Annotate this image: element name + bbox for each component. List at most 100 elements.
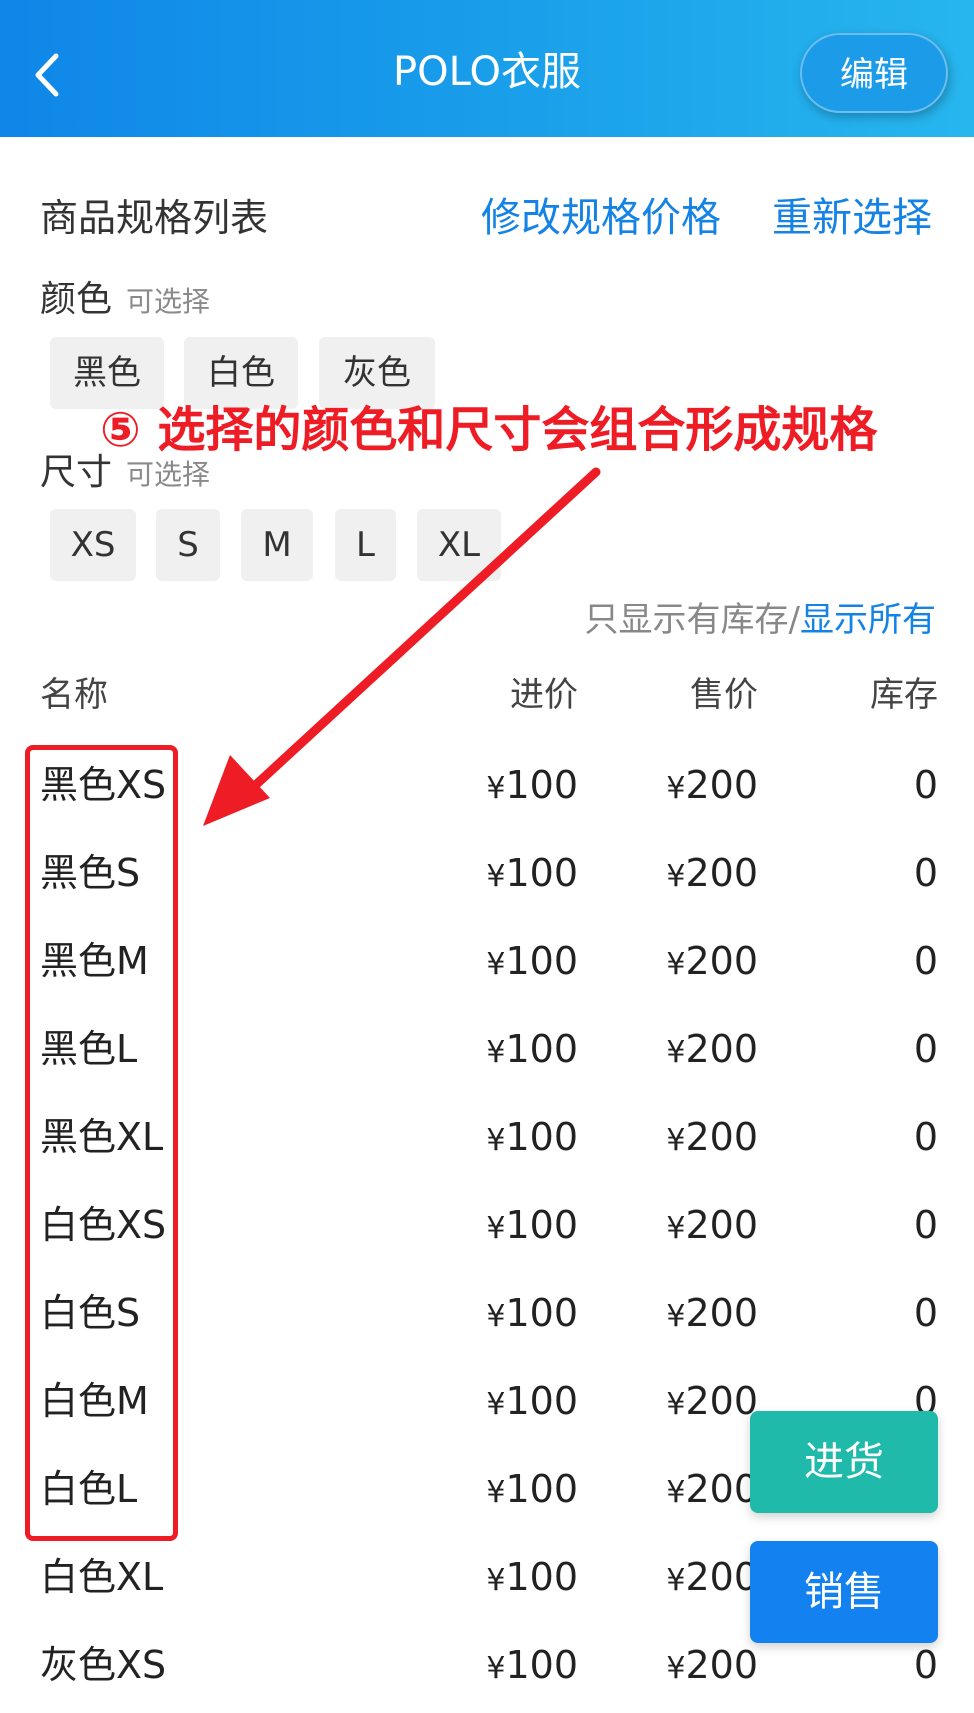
price-value: 200	[685, 1027, 758, 1071]
stock-qty: 0	[913, 763, 938, 807]
cost-price: ¥100	[486, 1005, 578, 1097]
currency-symbol: ¥	[666, 1563, 686, 1598]
cost-value: 100	[505, 1027, 578, 1071]
currency-symbol: ¥	[486, 1123, 506, 1158]
in-stock-only-toggle[interactable]: 只显示有库存/	[585, 600, 800, 640]
stock-qty: 0	[913, 1115, 938, 1159]
cost-price: ¥100	[486, 1357, 578, 1449]
currency-symbol: ¥	[666, 1475, 686, 1510]
currency-symbol: ¥	[486, 1035, 506, 1070]
cost-value: 100	[505, 1555, 578, 1599]
stock-qty: 0	[913, 939, 938, 983]
cost-value: 100	[505, 1203, 578, 1247]
column-header-stock: 库存	[870, 675, 938, 715]
sale-price: ¥200	[666, 1093, 758, 1185]
currency-symbol: ¥	[486, 1299, 506, 1334]
currency-symbol: ¥	[486, 1211, 506, 1246]
sale-button[interactable]: 销售	[750, 1541, 938, 1643]
stock-qty: 0	[913, 1027, 938, 1071]
price-value: 200	[685, 1203, 758, 1247]
price-value: 200	[685, 1291, 758, 1335]
currency-symbol: ¥	[486, 1475, 506, 1510]
sale-price: ¥200	[666, 741, 758, 833]
stock-qty: 0	[913, 1291, 938, 1335]
column-header-price: 售价	[690, 675, 758, 715]
price-value: 200	[685, 1115, 758, 1159]
currency-symbol: ¥	[486, 1563, 506, 1598]
column-header-name: 名称	[40, 675, 108, 715]
currency-symbol: ¥	[486, 771, 506, 806]
sale-price: ¥200	[666, 1181, 758, 1273]
stock-qty: 0	[913, 851, 938, 895]
stock-filter: 只显示有库存/显示所有	[585, 595, 936, 645]
show-all-toggle[interactable]: 显示所有	[800, 600, 936, 640]
highlight-box	[25, 745, 178, 1541]
size-chip-xs[interactable]: XS	[50, 509, 136, 581]
price-value: 200	[685, 851, 758, 895]
cost-price: ¥100	[486, 1269, 578, 1361]
sale-price: ¥200	[666, 917, 758, 1009]
annotation-text: ⑤ 选择的颜色和尺寸会组合形成规格	[100, 402, 878, 458]
price-value: 200	[685, 1379, 758, 1423]
column-header-cost: 进价	[510, 675, 578, 715]
purchase-button[interactable]: 进货	[750, 1411, 938, 1513]
size-chip-m[interactable]: M	[241, 509, 313, 581]
sale-price: ¥200	[666, 1621, 758, 1713]
cost-value: 100	[505, 851, 578, 895]
cost-price: ¥100	[486, 1181, 578, 1273]
cost-value: 100	[505, 1467, 578, 1511]
sale-price: ¥200	[666, 829, 758, 921]
size-hint: 可选择	[126, 458, 211, 491]
currency-symbol: ¥	[666, 771, 686, 806]
sale-price: ¥200	[666, 1533, 758, 1625]
color-label: 颜色	[40, 279, 113, 320]
currency-symbol: ¥	[666, 1299, 686, 1334]
stock-qty: 0	[913, 1203, 938, 1247]
color-group-label: 颜色 可选择	[40, 275, 210, 327]
currency-symbol: ¥	[486, 859, 506, 894]
cost-value: 100	[505, 939, 578, 983]
size-chip-l[interactable]: L	[335, 509, 396, 581]
price-value: 200	[685, 1467, 758, 1511]
currency-symbol: ¥	[486, 1651, 506, 1686]
spec-list-title: 商品规格列表	[40, 196, 269, 240]
price-value: 200	[685, 1555, 758, 1599]
cost-value: 100	[505, 1115, 578, 1159]
cost-value: 100	[505, 1291, 578, 1335]
modify-spec-price-link[interactable]: 修改规格价格	[481, 190, 721, 246]
size-chip-s[interactable]: S	[156, 509, 220, 581]
currency-symbol: ¥	[666, 947, 686, 982]
app-header: POLO衣服 编辑	[0, 0, 974, 137]
cost-price: ¥100	[486, 917, 578, 1009]
cost-value: 100	[505, 1379, 578, 1423]
cost-price: ¥100	[486, 1533, 578, 1625]
edit-button[interactable]: 编辑	[800, 33, 948, 113]
cost-price: ¥100	[486, 741, 578, 833]
price-value: 200	[685, 1643, 758, 1687]
currency-symbol: ¥	[666, 1651, 686, 1686]
sale-price: ¥200	[666, 1269, 758, 1361]
cost-price: ¥100	[486, 1445, 578, 1537]
cost-price: ¥100	[486, 1621, 578, 1713]
spec-name: 白色XL	[40, 1555, 164, 1599]
reselect-link[interactable]: 重新选择	[772, 190, 932, 246]
sale-price: ¥200	[666, 1445, 758, 1537]
currency-symbol: ¥	[666, 1035, 686, 1070]
currency-symbol: ¥	[666, 1387, 686, 1422]
spec-name: 灰色XS	[40, 1643, 167, 1687]
sale-price: ¥200	[666, 1357, 758, 1449]
price-value: 200	[685, 939, 758, 983]
price-value: 200	[685, 763, 758, 807]
cost-price: ¥100	[486, 829, 578, 921]
currency-symbol: ¥	[486, 1387, 506, 1422]
cost-value: 100	[505, 1643, 578, 1687]
currency-symbol: ¥	[486, 947, 506, 982]
size-chip-xl[interactable]: XL	[417, 509, 501, 581]
currency-symbol: ¥	[666, 1211, 686, 1246]
sale-price: ¥200	[666, 1005, 758, 1097]
cost-value: 100	[505, 763, 578, 807]
cost-price: ¥100	[486, 1093, 578, 1185]
currency-symbol: ¥	[666, 1123, 686, 1158]
color-hint: 可选择	[126, 285, 211, 318]
currency-symbol: ¥	[666, 859, 686, 894]
